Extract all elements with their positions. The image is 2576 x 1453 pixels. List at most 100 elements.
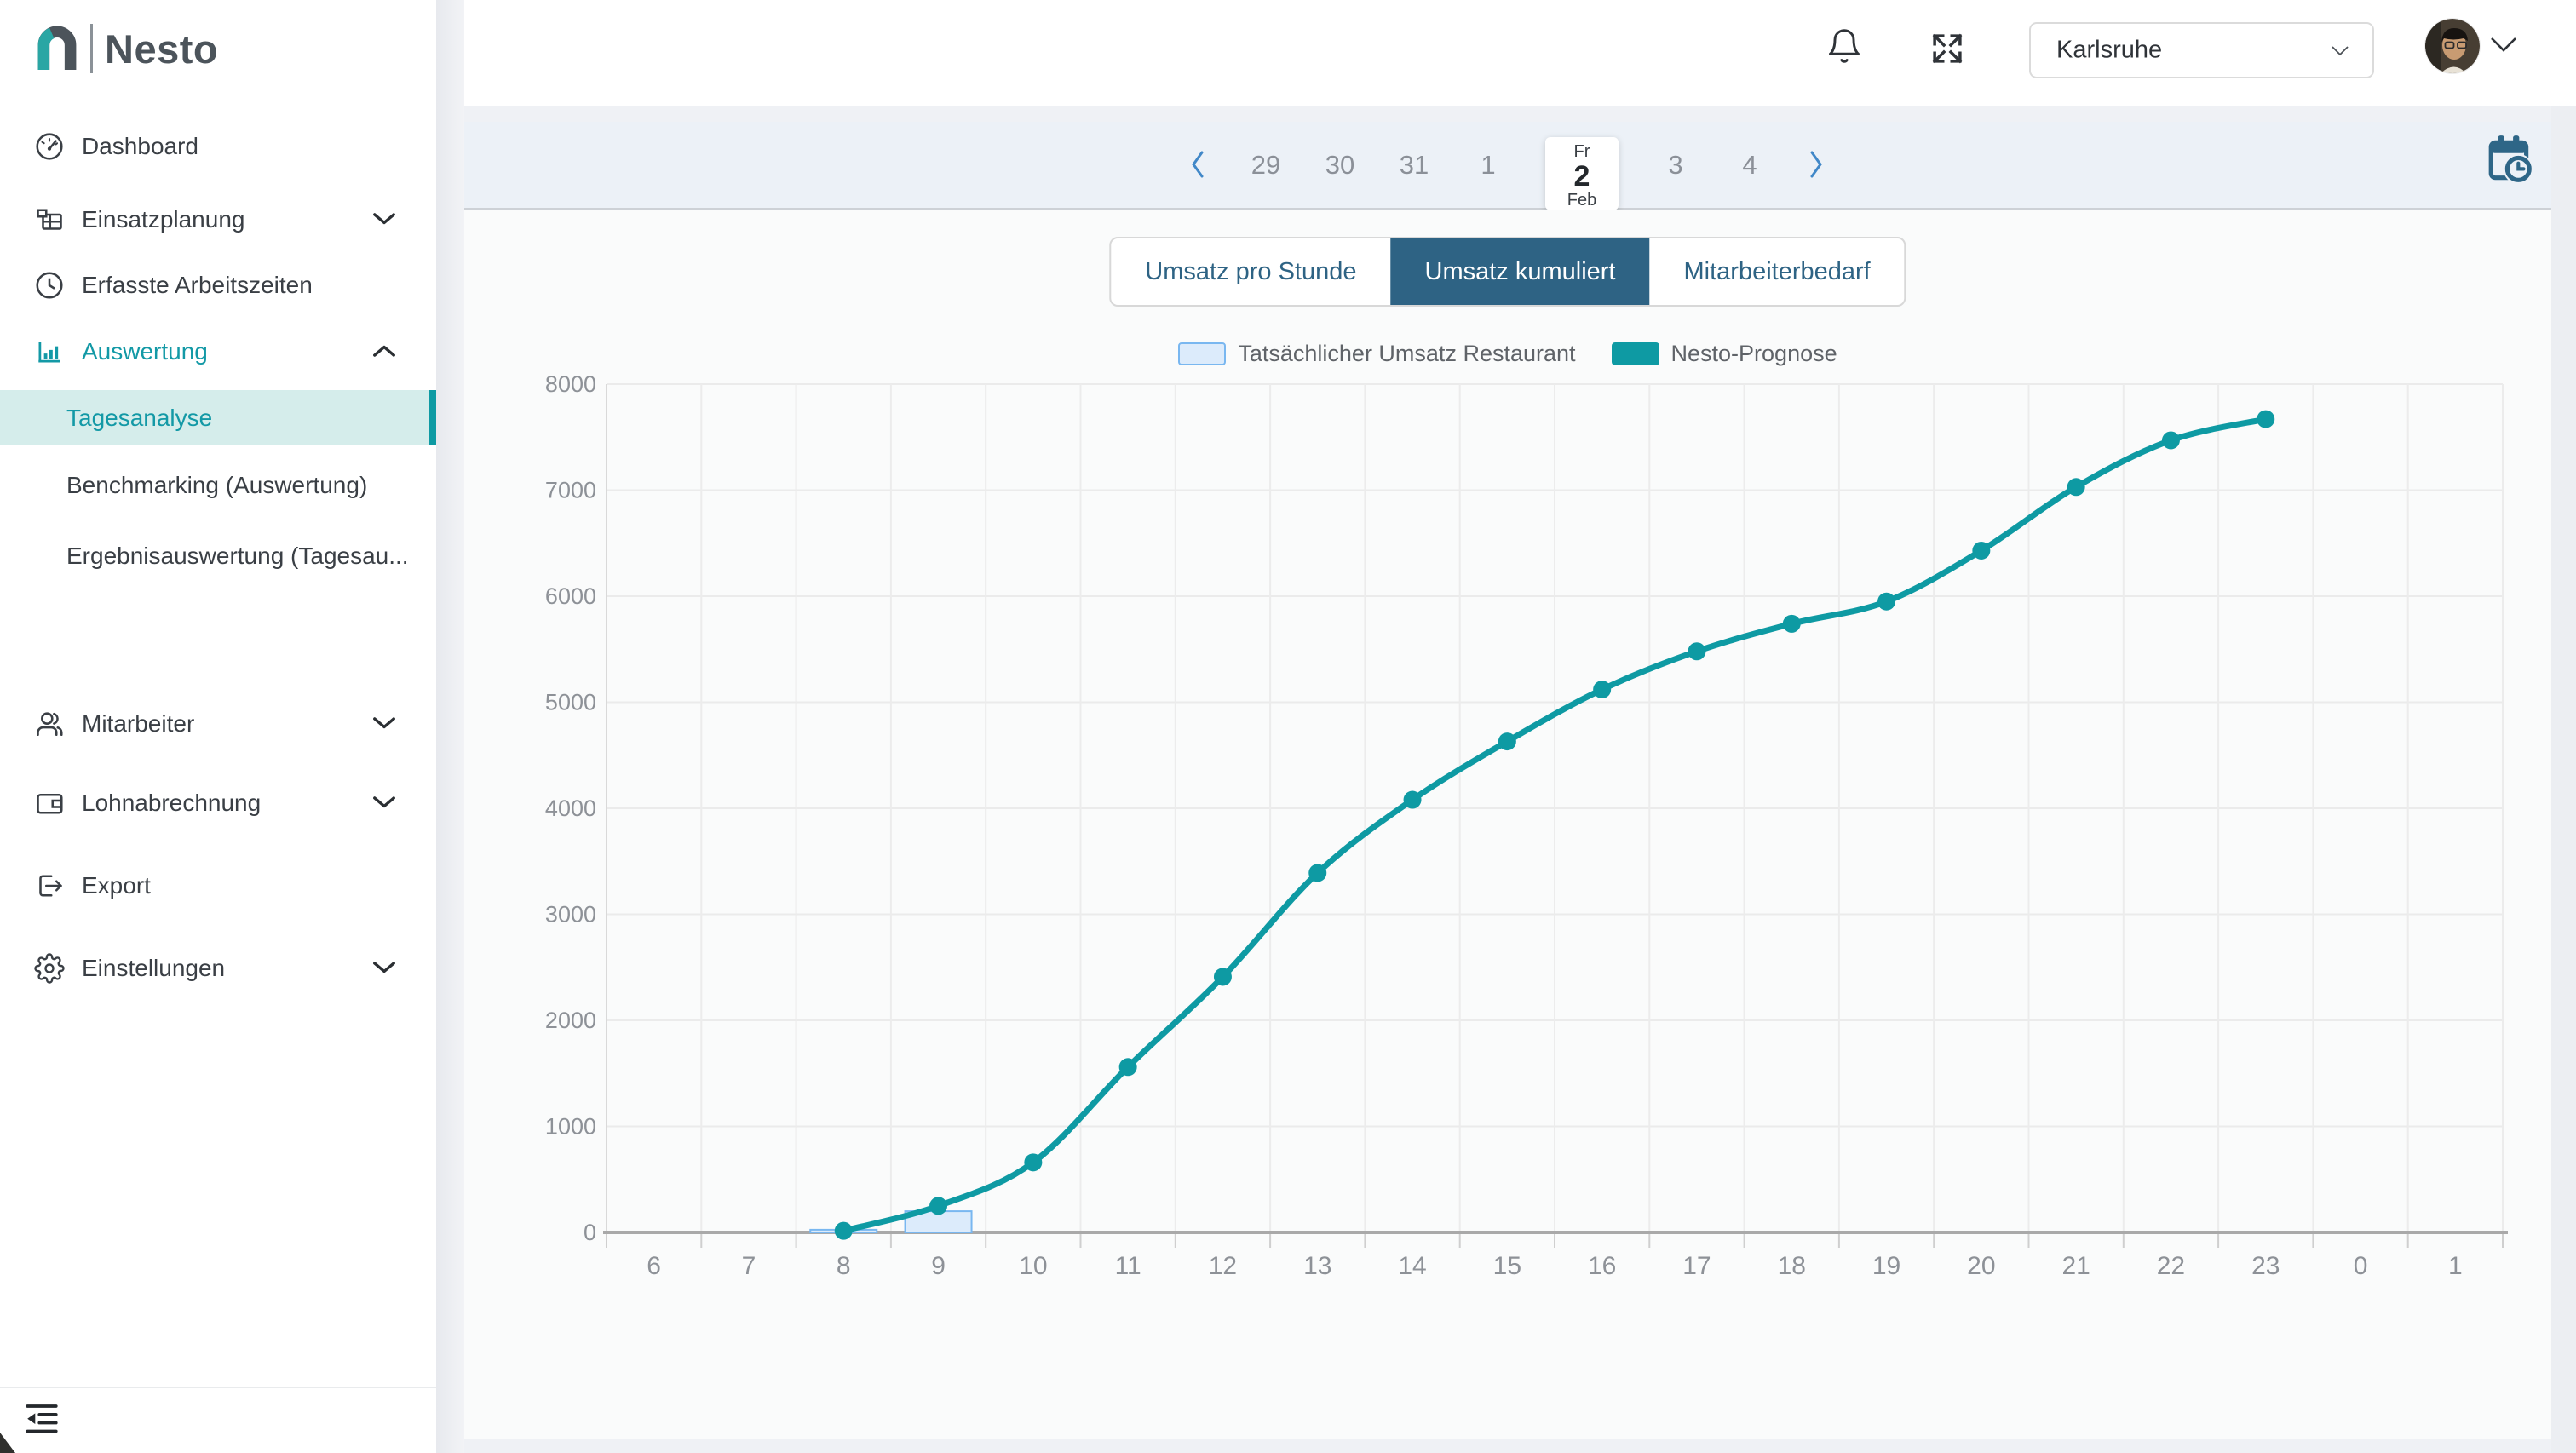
chevron-down-icon — [2330, 44, 2350, 58]
wallet-icon — [34, 788, 65, 818]
svg-text:10: 10 — [1019, 1252, 1047, 1280]
logo-divider — [90, 24, 93, 73]
selected-date-card[interactable]: Fr 2 Feb — [1545, 137, 1619, 210]
date-option[interactable]: 3 — [1659, 150, 1693, 181]
sidebar-subitem-label: Ergebnisauswertung (Tagesau... — [66, 543, 409, 570]
clock-icon — [34, 270, 65, 301]
svg-text:1: 1 — [2448, 1252, 2463, 1280]
svg-text:21: 21 — [2061, 1252, 2090, 1280]
sidebar-item-lohnabrechnung[interactable]: Lohnabrechnung — [0, 779, 436, 827]
tab-mitarbeiterbedarf[interactable]: Mitarbeiterbedarf — [1650, 238, 1905, 305]
sidebar-subitem-label: Benchmarking (Auswertung) — [66, 472, 367, 499]
page-scroll-gutter — [2551, 106, 2576, 1453]
chart-legend: Tatsächlicher Umsatz Restaurant Nesto-Pr… — [464, 341, 2551, 367]
sidebar-item-label: Einsatzplanung — [82, 206, 244, 233]
svg-text:18: 18 — [1778, 1252, 1806, 1280]
svg-text:12: 12 — [1209, 1252, 1237, 1280]
sidebar-footer-divider — [0, 1387, 436, 1388]
previous-day-chevron-icon[interactable] — [1188, 150, 1209, 181]
next-day-chevron-icon[interactable] — [1807, 150, 1827, 181]
location-select[interactable]: Karlsruhe — [2029, 22, 2374, 78]
calendar-clock-icon[interactable] — [2487, 134, 2535, 188]
sidebar-subitem-ergebnisauswertung[interactable]: Ergebnisauswertung (Tagesau... — [0, 531, 436, 582]
sidebar: Nesto Dashboard Einsatzplanung Erfasste … — [0, 0, 436, 1453]
svg-text:15: 15 — [1493, 1252, 1521, 1280]
sidebar-item-label: Einstellungen — [82, 955, 225, 982]
date-navigation: 29 30 31 1 Fr 2 Feb 3 4 — [1188, 122, 1827, 208]
gear-icon — [34, 953, 65, 984]
svg-text:17: 17 — [1682, 1252, 1711, 1280]
nesto-app: { "brand": {"logo_letter": "n", "logo_te… — [0, 0, 2576, 1453]
sidebar-subitem-benchmarking[interactable]: Benchmarking (Auswertung) — [0, 460, 436, 511]
planning-table-icon — [34, 204, 65, 235]
brand-name: Nesto — [105, 26, 218, 72]
dashboard-gauge-icon — [34, 131, 65, 162]
sidebar-item-mitarbeiter[interactable]: Mitarbeiter — [0, 700, 436, 748]
legend-item-actual-revenue[interactable]: Tatsächlicher Umsatz Restaurant — [1178, 341, 1575, 367]
chevron-down-icon — [371, 715, 397, 732]
legend-label: Tatsächlicher Umsatz Restaurant — [1238, 341, 1575, 367]
sidebar-item-label: Auswertung — [82, 338, 208, 365]
chevron-down-icon — [371, 960, 397, 977]
sidebar-item-auswertung[interactable]: Auswertung — [0, 328, 436, 376]
fullscreen-expand-icon[interactable] — [1929, 31, 1965, 66]
sidebar-item-einstellungen[interactable]: Einstellungen — [0, 945, 436, 992]
chevron-up-icon — [371, 343, 397, 360]
svg-text:20: 20 — [1967, 1252, 1995, 1280]
svg-text:14: 14 — [1398, 1252, 1426, 1280]
svg-text:6000: 6000 — [545, 583, 596, 609]
cumulative-revenue-chart[interactable]: 0100020003000400050006000700080006789101… — [477, 366, 2539, 1295]
date-option[interactable]: 29 — [1249, 150, 1283, 181]
date-option[interactable]: 31 — [1397, 150, 1431, 181]
corner-fragment — [0, 1433, 15, 1453]
svg-text:6: 6 — [647, 1252, 661, 1280]
sidebar-item-export[interactable]: Export — [0, 862, 436, 910]
svg-text:8000: 8000 — [545, 371, 596, 397]
top-header: Karlsruhe — [464, 0, 2576, 106]
sidebar-item-einsatzplanung[interactable]: Einsatzplanung — [0, 196, 436, 244]
svg-text:7: 7 — [742, 1252, 756, 1280]
bell-icon[interactable] — [1826, 26, 1863, 68]
sidebar-scroll-gutter — [436, 0, 464, 1453]
sidebar-item-label: Erfasste Arbeitszeiten — [82, 272, 313, 299]
nesto-logo-icon — [36, 22, 78, 75]
brand-logo[interactable]: Nesto — [36, 22, 218, 75]
chevron-down-icon — [371, 211, 397, 228]
date-option[interactable]: 4 — [1733, 150, 1767, 181]
svg-text:3000: 3000 — [545, 902, 596, 928]
actual-revenue-swatch — [1178, 342, 1226, 365]
location-select-value: Karlsruhe — [2056, 37, 2162, 65]
svg-text:19: 19 — [1872, 1252, 1900, 1280]
export-icon — [34, 870, 65, 901]
svg-text:8: 8 — [837, 1252, 851, 1280]
sidebar-subitem-tagesanalyse[interactable]: Tagesanalyse — [0, 390, 436, 445]
tab-umsatz-kumuliert[interactable]: Umsatz kumuliert — [1391, 238, 1650, 305]
forecast-swatch — [1612, 342, 1659, 365]
user-avatar[interactable] — [2425, 19, 2480, 73]
analysis-panel: Umsatz pro Stunde Umsatz kumuliert Mitar… — [464, 210, 2551, 1439]
sidebar-item-label: Lohnabrechnung — [82, 790, 261, 817]
date-option[interactable]: 1 — [1471, 150, 1505, 181]
svg-text:22: 22 — [2157, 1252, 2185, 1280]
svg-text:23: 23 — [2251, 1252, 2280, 1280]
svg-text:13: 13 — [1303, 1252, 1331, 1280]
selected-day-number: 2 — [1545, 162, 1619, 191]
sidebar-item-dashboard[interactable]: Dashboard — [0, 123, 436, 170]
date-option[interactable]: 30 — [1323, 150, 1357, 181]
tab-umsatz-pro-stunde[interactable]: Umsatz pro Stunde — [1111, 238, 1390, 305]
svg-text:5000: 5000 — [545, 690, 596, 715]
svg-text:0: 0 — [2354, 1252, 2368, 1280]
legend-item-nesto-prognose[interactable]: Nesto-Prognose — [1612, 341, 1837, 367]
svg-text:16: 16 — [1588, 1252, 1616, 1280]
sidebar-item-label: Dashboard — [82, 133, 198, 160]
svg-text:0: 0 — [584, 1220, 596, 1245]
svg-text:9: 9 — [931, 1252, 946, 1280]
collapse-sidebar-icon[interactable] — [24, 1400, 60, 1436]
legend-label: Nesto-Prognose — [1671, 341, 1837, 367]
user-menu-chevron-icon[interactable] — [2488, 36, 2519, 56]
svg-text:7000: 7000 — [545, 478, 596, 503]
sidebar-item-erfasste-arbeitszeiten[interactable]: Erfasste Arbeitszeiten — [0, 261, 436, 309]
svg-text:11: 11 — [1115, 1252, 1141, 1280]
svg-text:4000: 4000 — [545, 795, 596, 821]
sidebar-item-label: Mitarbeiter — [82, 710, 194, 738]
